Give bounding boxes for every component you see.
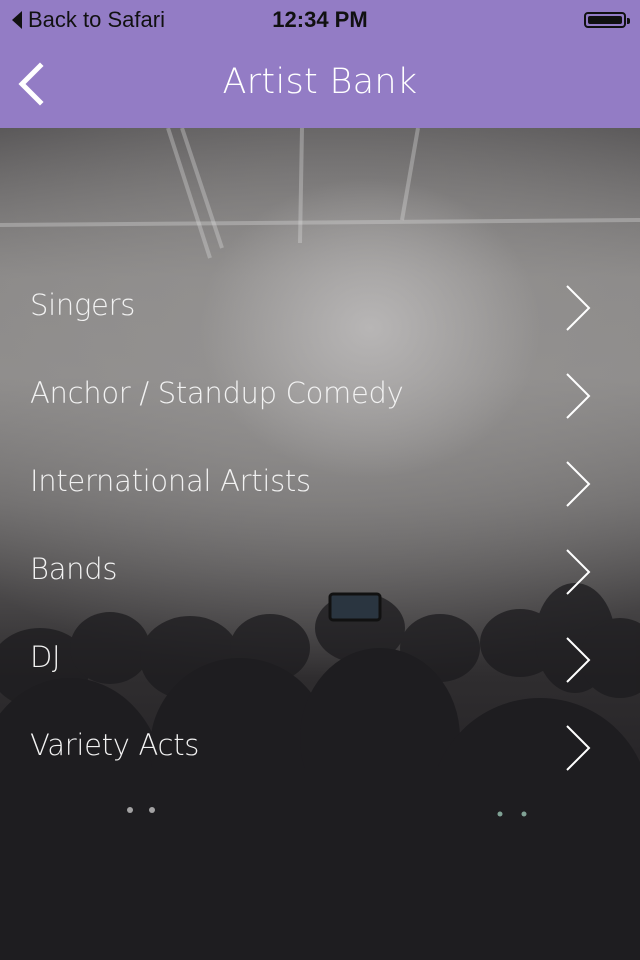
list-item-singers[interactable]: Singers — [0, 264, 640, 352]
list-item-variety-acts[interactable]: Variety Acts — [0, 704, 640, 792]
chevron-right-icon — [566, 637, 591, 683]
list-item-bands[interactable]: Bands — [0, 528, 640, 616]
chevron-right-icon — [566, 373, 591, 419]
battery-full-icon — [584, 12, 630, 28]
chevron-right-icon — [566, 285, 591, 331]
list-item-label: Variety Acts — [30, 728, 200, 762]
list-item-anchor-standup-comedy[interactable]: Anchor / Standup Comedy — [0, 352, 640, 440]
navigation-bar: Artist Bank — [0, 40, 640, 128]
status-time: 12:34 PM — [272, 7, 368, 32]
page-title: Artist Bank — [222, 62, 418, 102]
chevron-right-icon — [566, 549, 591, 595]
list-item-label: Anchor / Standup Comedy — [30, 376, 404, 410]
chevron-right-icon — [566, 725, 591, 771]
list-item-dj[interactable]: DJ — [0, 616, 640, 704]
list-item-label: DJ — [30, 640, 61, 674]
list-item-label: International Artists — [30, 464, 311, 498]
list-item-international-artists[interactable]: International Artists — [0, 440, 640, 528]
status-bar: Back to Safari 12:34 PM — [0, 0, 640, 40]
chevron-right-icon — [566, 461, 591, 507]
list-item-label: Bands — [30, 552, 118, 586]
list-item-label: Singers — [30, 288, 136, 322]
